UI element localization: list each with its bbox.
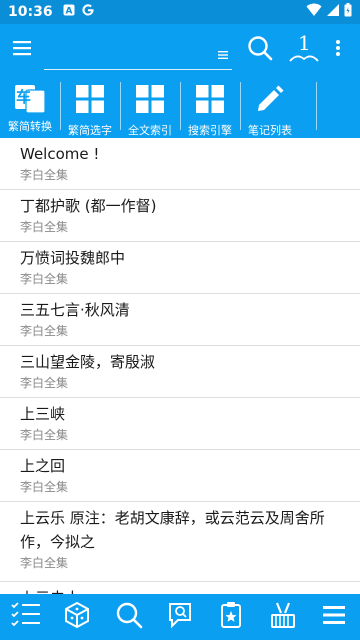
more-button[interactable] (324, 24, 352, 76)
tool-select-char[interactable]: 繁简选字 (60, 76, 120, 138)
grid-icon (75, 84, 105, 118)
toolbar-divider (316, 82, 317, 130)
signal-icon (326, 3, 340, 21)
badge-icon (217, 601, 245, 633)
search-icon (247, 35, 273, 65)
item-subtitle: 李白全集 (20, 428, 69, 442)
tool-label: 繁简选字 (68, 124, 112, 137)
nav-badge-button[interactable] (209, 594, 253, 640)
wifi-icon (306, 3, 322, 21)
item-title: 丁都护歌 (都一作督) (20, 197, 157, 215)
item-title: Welcome ! (20, 145, 100, 163)
traditional-simplified-icon: 车 (14, 84, 46, 114)
item-subtitle: 李白全集 (20, 220, 69, 234)
tool-search-engine[interactable]: 搜索引擎 (180, 76, 240, 138)
item-title: 三五七言·秋风清 (20, 301, 130, 319)
nav-cube-button[interactable] (55, 594, 99, 640)
battery-icon (344, 3, 352, 21)
google-icon (81, 3, 95, 21)
toolbar: 车 繁简转换 繁简选字 全文索引 搜索引擎 笔记列表 (0, 76, 360, 138)
list-item[interactable]: 上云乐 原注：老胡文康辞，或云范云及周舍所作，今拟之 李白全集 (0, 502, 360, 582)
item-subtitle: 李白全集 (20, 480, 69, 494)
nav-bubble-search-button[interactable] (158, 594, 202, 640)
grid-icon (135, 84, 165, 118)
item-subtitle: 李白全集 (20, 324, 69, 338)
item-title: 万愤词投魏郎中 (20, 249, 126, 267)
search-button[interactable] (236, 24, 284, 76)
menu-button[interactable] (0, 24, 44, 76)
item-title: 上之回 (20, 457, 66, 475)
more-vert-icon (335, 39, 341, 61)
item-subtitle: 李白全集 (20, 168, 69, 182)
item-title: 三山望金陵，寄殷淑 (20, 353, 156, 371)
item-title: 上元夫人 (20, 586, 340, 594)
tool-icon-glyph: 车 (16, 88, 32, 106)
title-list: Welcome ! 李白全集 丁都护歌 (都一作督) 李白全集 万愤词投魏郎中 … (0, 138, 360, 594)
grid-icon (195, 84, 225, 118)
nav-search-button[interactable] (107, 594, 151, 640)
search-field[interactable] (44, 30, 232, 70)
list-item[interactable]: 上之回 李白全集 (0, 450, 360, 502)
nav-checklist-button[interactable] (4, 594, 48, 640)
item-subtitle: 李白全集 (20, 376, 69, 390)
menu-icon (12, 40, 32, 60)
tool-label: 全文索引 (128, 124, 172, 137)
list-item[interactable]: 万愤词投魏郎中 李白全集 (0, 242, 360, 294)
bottom-nav (0, 594, 360, 640)
item-subtitle: 李白全集 (20, 556, 69, 570)
list-item[interactable]: 三五七言·秋风清 李白全集 (0, 294, 360, 346)
list-item[interactable]: 上三峡 李白全集 (0, 398, 360, 450)
svg-text:A: A (65, 7, 72, 17)
nav-tools-button[interactable] (261, 594, 305, 640)
bookmark-1-icon: 1 (288, 31, 320, 65)
list-item[interactable]: 丁都护歌 (都一作督) 李白全集 (0, 190, 360, 242)
bookmark-button[interactable]: 1 (284, 24, 324, 76)
tool-notes-list[interactable]: 笔记列表 (240, 76, 300, 138)
tool-label: 繁简转换 (8, 120, 52, 133)
tool-label: 搜索引擎 (188, 124, 232, 137)
nav-menu-button[interactable] (312, 594, 356, 640)
list-item[interactable]: 上元夫人 (0, 582, 360, 594)
notification-a-icon: A (63, 4, 75, 20)
search-input[interactable] (44, 30, 204, 68)
list-item[interactable]: 三山望金陵，寄殷淑 李白全集 (0, 346, 360, 398)
tool-traditional-simplified[interactable]: 车 繁简转换 (0, 76, 60, 138)
item-title: 上云乐 原注：老胡文康辞，或云范云及周舍所作，今拟之 (20, 509, 325, 551)
list-icon[interactable] (218, 45, 228, 64)
item-title: 上三峡 (20, 405, 66, 423)
checklist-icon (11, 601, 41, 633)
status-bar: 10:36 A (0, 0, 360, 24)
app-bar: 1 (0, 24, 360, 76)
list-item[interactable]: Welcome ! 李白全集 (0, 138, 360, 190)
status-time: 10:36 (8, 4, 53, 20)
search-icon (115, 601, 143, 633)
menu-lines-icon (322, 604, 346, 630)
cube-icon (63, 601, 91, 633)
tool-label: 笔记列表 (248, 124, 292, 137)
tools-icon (269, 601, 297, 633)
pencil-icon (255, 84, 285, 118)
tool-fulltext-index[interactable]: 全文索引 (120, 76, 180, 138)
item-subtitle: 李白全集 (20, 272, 69, 286)
bubble-search-icon (166, 601, 194, 633)
